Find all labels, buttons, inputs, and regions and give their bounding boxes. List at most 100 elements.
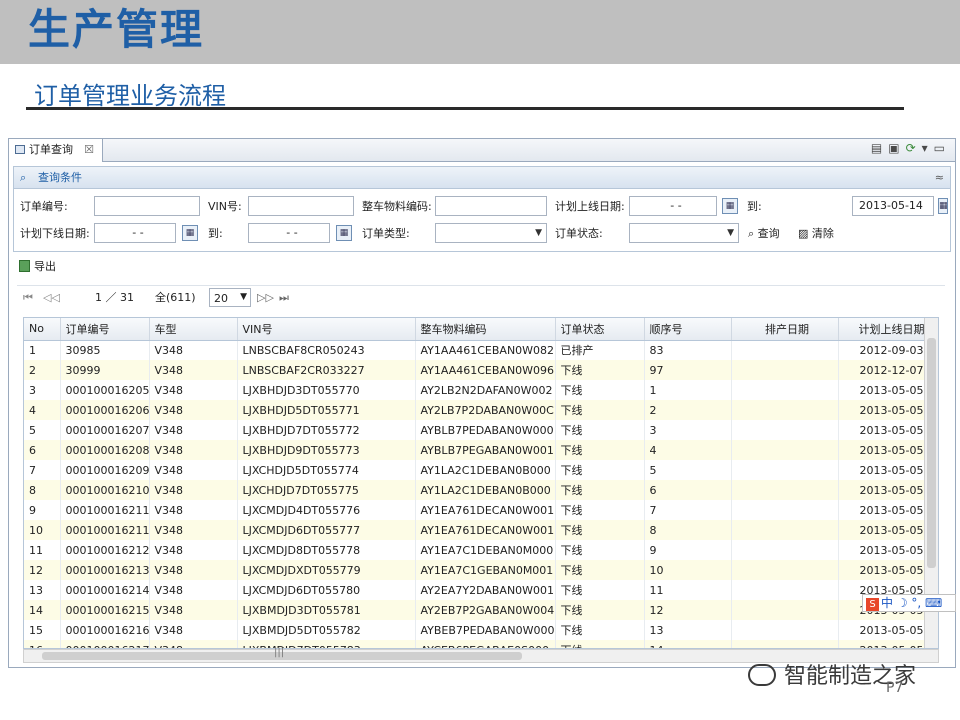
cell-schedule-date: [731, 520, 839, 540]
col-header-schedule-date[interactable]: 排产日期: [731, 318, 839, 341]
order-status-select[interactable]: ▼: [629, 223, 739, 243]
cell-material: AY1EA761DECAN0W001: [415, 500, 556, 520]
cell-status: 下线: [555, 580, 645, 600]
horizontal-scrollbar[interactable]: |||: [23, 647, 939, 663]
table-row[interactable]: 13 000100016214 V348 LJXCMDJD6DT055780 AY2EA…: [24, 580, 938, 600]
table-row[interactable]: 7 000100016209 V348 LJXCHDJD5DT055774 AY1LA2…: [24, 460, 938, 480]
cell-schedule-date: [731, 460, 839, 480]
cell-no: 16: [24, 640, 61, 648]
ime-toolbar[interactable]: S中 ☽ °, ⌨: [862, 594, 956, 612]
table-row[interactable]: 14 000100016215 V348 LJXBMDJD3DT055781 AY2EB…: [24, 600, 938, 620]
last-page-icon[interactable]: ⏭: [279, 287, 289, 309]
cell-status: 下线: [555, 480, 645, 500]
ime-status: 中 ☽ °, ⌨: [881, 596, 943, 610]
cell-material: AY1LA2C1DEBAN0B000: [415, 480, 556, 500]
col-header-seq[interactable]: 顺序号: [644, 318, 732, 341]
cell-seq: 14: [644, 640, 732, 648]
cell-vin: LNBSCBAF8CR050243: [237, 340, 416, 360]
table-row[interactable]: 12 000100016213 V348 LJXCMDJDXDT055779 AY1EA…: [24, 560, 938, 580]
query-header[interactable]: ⌕ 查询条件 ≈: [14, 167, 950, 189]
cell-material: AY2EA7Y2DABAN0W001: [415, 580, 556, 600]
cell-schedule-date: [731, 620, 839, 640]
cell-material: AYCEB6PEGABAE0S000: [415, 640, 556, 648]
view-toolbar: ▤▣⟳▾▭: [871, 141, 951, 155]
table-row[interactable]: 10 000100016211 V348 LJXCMDJD6DT055777 AY1EA…: [24, 520, 938, 540]
cell-no: 7: [24, 460, 61, 480]
plan-offline-label: 计划下线日期:: [20, 227, 90, 240]
col-header-vin[interactable]: VIN号: [237, 318, 416, 341]
refresh-icon[interactable]: ⟳: [906, 141, 922, 155]
first-page-icon[interactable]: ⏮: [23, 287, 33, 309]
order-no-input[interactable]: [94, 196, 200, 216]
cell-order-no: 000100016213: [60, 560, 150, 580]
cell-seq: 97: [644, 360, 732, 380]
table-row[interactable]: 5 000100016207 V348 LJXBHDJD7DT055772 AYBLB7…: [24, 420, 938, 440]
maximize-icon[interactable]: ▣: [888, 141, 905, 155]
layout-icon[interactable]: ▤: [871, 141, 888, 155]
minimize-icon[interactable]: ▭: [934, 141, 951, 155]
cell-seq: 1: [644, 380, 732, 400]
calendar-icon[interactable]: ▦: [722, 198, 738, 214]
search-button[interactable]: ⌕ 查询: [748, 224, 780, 244]
table-row[interactable]: 15 000100016216 V348 LJXBMDJD5DT055782 AYBEB…: [24, 620, 938, 640]
vin-input[interactable]: [248, 196, 354, 216]
order-type-select[interactable]: ▼: [435, 223, 547, 243]
close-tab-icon[interactable]: ☒: [84, 139, 94, 161]
page-size-value: 20: [214, 292, 228, 305]
table-row[interactable]: 9 000100016211 V348 LJXCMDJD4DT055776 AY1EA7…: [24, 500, 938, 520]
tab-order-query[interactable]: 订单查询 ☒: [9, 139, 103, 162]
cell-status: 下线: [555, 420, 645, 440]
window-icon: [15, 145, 25, 154]
cell-vin: LJXCMDJD4DT055776: [237, 500, 416, 520]
collapse-icon[interactable]: ≈: [935, 167, 944, 189]
cell-order-no: 000100016205: [60, 380, 150, 400]
cell-seq: 6: [644, 480, 732, 500]
calendar-icon[interactable]: ▦: [938, 198, 948, 214]
cell-order-no: 000100016217: [60, 640, 150, 648]
table-row[interactable]: 3 000100016205 V348 LJXBHDJD3DT055770 AY2LB2…: [24, 380, 938, 400]
next-page-icon[interactable]: ▷▷: [257, 287, 274, 309]
cell-model: V348: [149, 400, 238, 420]
plan-online-from-input[interactable]: - -: [629, 196, 717, 216]
search-button-label: 查询: [757, 227, 780, 240]
table-row[interactable]: 6 000100016208 V348 LJXBHDJD9DT055773 AYBLB7…: [24, 440, 938, 460]
col-header-order-no[interactable]: 订单编号: [60, 318, 150, 341]
plan-offline-to-input[interactable]: - -: [248, 223, 330, 243]
cell-schedule-date: [731, 500, 839, 520]
table-row[interactable]: 2 30999 V348 LNBSCBAF2CR033227 AY1AA461CEBAN…: [24, 360, 938, 380]
prev-page-icon[interactable]: ◁◁: [43, 287, 60, 309]
calendar-icon[interactable]: ▦: [336, 225, 352, 241]
cell-status: 下线: [555, 460, 645, 480]
menu-icon[interactable]: ▾: [922, 141, 934, 155]
material-input[interactable]: [435, 196, 547, 216]
cell-model: V348: [149, 500, 238, 520]
cell-vin: LJXBMDJD3DT055781: [237, 600, 416, 620]
cell-status: 下线: [555, 380, 645, 400]
cell-model: V348: [149, 420, 238, 440]
export-button[interactable]: 导出: [19, 259, 56, 275]
cell-order-no: 30985: [60, 340, 150, 360]
cell-seq: 7: [644, 500, 732, 520]
col-header-material[interactable]: 整车物料编码: [415, 318, 556, 341]
cell-schedule-date: [731, 420, 839, 440]
cell-no: 10: [24, 520, 61, 540]
clear-button-label: 清除: [811, 227, 834, 240]
cell-order-no: 000100016214: [60, 580, 150, 600]
scroll-thumb[interactable]: [927, 338, 936, 568]
page-size-select[interactable]: 20 ▼: [209, 288, 251, 307]
calendar-icon[interactable]: ▦: [182, 225, 198, 241]
table-row[interactable]: 8 000100016210 V348 LJXCHDJD7DT055775 AY1LA2…: [24, 480, 938, 500]
clear-button[interactable]: ▨ 清除: [798, 224, 834, 244]
col-header-no[interactable]: No: [24, 318, 61, 341]
cell-no: 8: [24, 480, 61, 500]
col-header-status[interactable]: 订单状态: [555, 318, 645, 341]
cell-seq: 13: [644, 620, 732, 640]
table-row[interactable]: 16000100016217V348LJXBMDJD7DT055783AYCEB…: [24, 640, 938, 648]
col-header-model[interactable]: 车型: [149, 318, 238, 341]
table-row[interactable]: 4 000100016206 V348 LJXBHDJD5DT055771 AY2LB7…: [24, 400, 938, 420]
table-row[interactable]: 11 000100016212 V348 LJXCMDJD8DT055778 AY1EA…: [24, 540, 938, 560]
table-row[interactable]: 1 30985 V348 LNBSCBAF8CR050243 AY1AA461CEBAN…: [24, 340, 938, 360]
plan-online-to-input[interactable]: 2013-05-14: [852, 196, 934, 216]
plan-offline-from-input[interactable]: - -: [94, 223, 176, 243]
cell-schedule-date: [731, 380, 839, 400]
